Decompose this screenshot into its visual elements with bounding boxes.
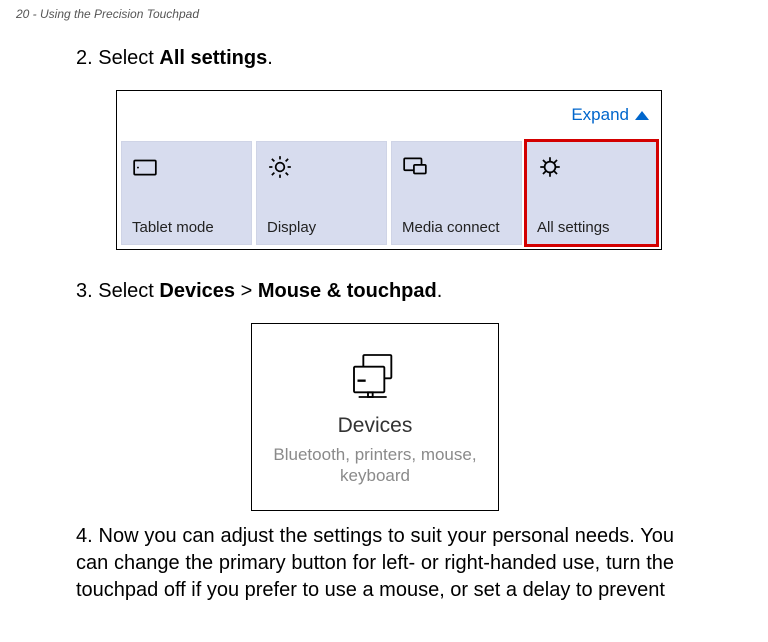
step-2-prefix: Select (98, 47, 159, 69)
tile-tablet-mode[interactable]: Tablet mode (121, 141, 252, 245)
expand-link[interactable]: Expand (571, 105, 649, 125)
step-4-number: 4. (76, 523, 93, 550)
step-2-suffix: . (267, 47, 273, 69)
devices-tile-figure: Devices Bluetooth, printers, mouse, keyb… (251, 323, 499, 511)
devices-title: Devices (338, 414, 413, 438)
tile-label: Display (267, 219, 376, 236)
step-3-bold2: Mouse & touchpad (258, 280, 437, 302)
tile-label: Tablet mode (132, 219, 241, 236)
step-2-number: 2. (76, 45, 93, 72)
step-3-suffix: . (437, 280, 443, 302)
tablet-mode-icon (132, 154, 158, 180)
gear-icon (537, 154, 563, 180)
expand-label: Expand (571, 105, 629, 125)
step-3-bold1: Devices (159, 280, 235, 302)
step-4-text: Now you can adjust the settings to suit … (76, 525, 674, 601)
media-connect-icon (402, 154, 428, 180)
brightness-icon (267, 154, 293, 180)
step-3: 3. Select Devices > Mouse & touchpad. (76, 278, 674, 305)
tile-label: Media connect (402, 219, 511, 236)
page-header: 20 - Using the Precision Touchpad (0, 0, 768, 21)
quick-actions-figure: Expand Tablet mode (116, 90, 662, 250)
step-4: 4. Now you can adjust the settings to su… (76, 523, 674, 604)
step-3-prefix: Select (98, 280, 159, 302)
step-3-sep: > (235, 280, 258, 302)
step-2: 2. Select All settings. (76, 45, 674, 72)
tile-display[interactable]: Display (256, 141, 387, 245)
devices-icon (347, 348, 403, 404)
tile-all-settings[interactable]: All settings (526, 141, 657, 245)
step-2-bold: All settings (159, 47, 267, 69)
tile-label: All settings (537, 219, 646, 236)
devices-subtitle: Bluetooth, printers, mouse, keyboard (252, 444, 498, 487)
tile-media-connect[interactable]: Media connect (391, 141, 522, 245)
chevron-up-icon (635, 111, 649, 120)
step-3-number: 3. (76, 278, 93, 305)
